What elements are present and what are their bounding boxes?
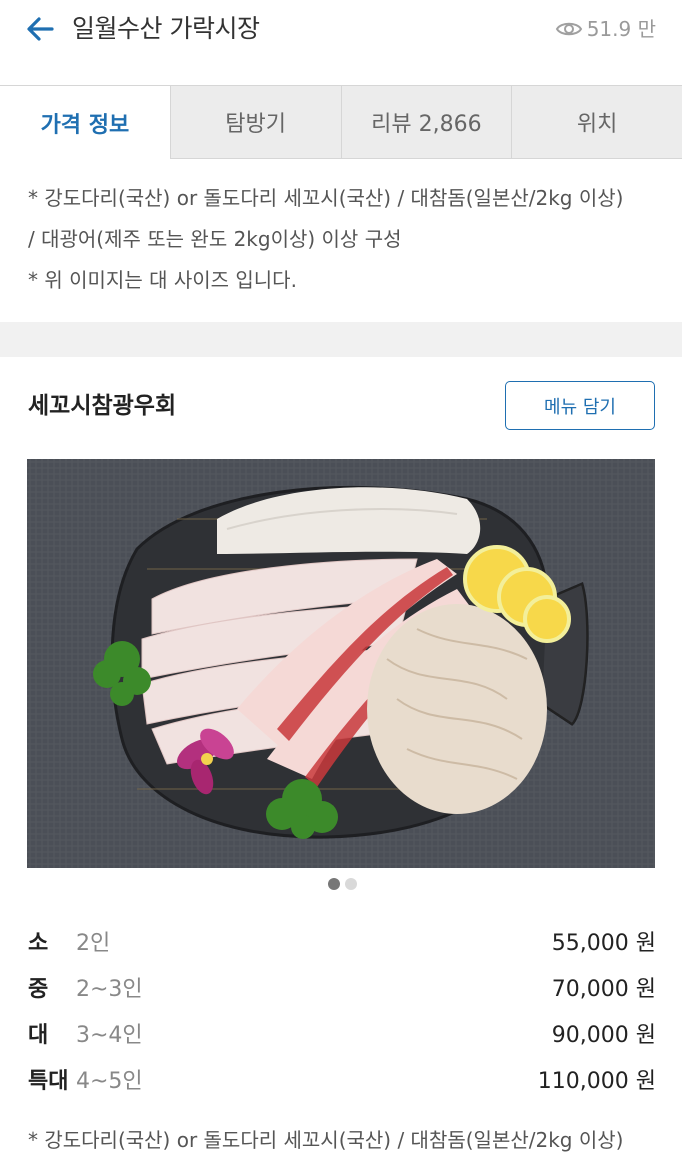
serving-count: 4~5인 xyxy=(76,1069,143,1094)
view-count: 51.9 만 xyxy=(555,14,656,44)
eye-icon xyxy=(555,22,582,36)
menu-notes: * 강도다리(국산) or 돌도다리 세꼬시(국산) / 대참돔(일본산/2kg… xyxy=(28,178,658,301)
price-row: 특대 4~5인 110,000 원 xyxy=(28,1056,656,1102)
size-label: 특대 xyxy=(28,1069,69,1094)
pager-dot-active[interactable] xyxy=(328,878,340,890)
tab-location[interactable]: 위치 xyxy=(511,86,682,158)
bottom-note: * 강도다리(국산) or 돌도다리 세꼬시(국산) / 대참돔(일본산/2kg… xyxy=(28,1128,624,1152)
tab-price-info[interactable]: 가격 정보 xyxy=(0,86,170,159)
note-line: * 강도다리(국산) or 돌도다리 세꼬시(국산) / 대참돔(일본산/2kg… xyxy=(28,186,624,210)
serving-count: 2~3인 xyxy=(76,977,143,1002)
sashimi-platter-photo[interactable] xyxy=(27,459,655,868)
image-pager xyxy=(328,878,357,890)
serving-count: 2인 xyxy=(76,931,111,956)
pager-dot[interactable] xyxy=(345,878,357,890)
note-line: / 대광어(제주 또는 완도 2kg이상) 이상 구성 xyxy=(28,227,402,251)
menu-item-title: 세꼬시참광우회 xyxy=(28,393,177,419)
serving-count: 3~4인 xyxy=(76,1023,143,1048)
app-header: 일월수산 가락시장 51.9 만 xyxy=(0,0,682,85)
tab-visit-review[interactable]: 탐방기 xyxy=(169,86,341,158)
price-row: 중 2~3인 70,000 원 xyxy=(28,964,656,1010)
page-title: 일월수산 가락시장 xyxy=(72,14,260,43)
size-label: 중 xyxy=(28,977,49,1002)
price-amount: 110,000 원 xyxy=(537,1069,656,1094)
price-list: 소 2인 55,000 원 중 2~3인 70,000 원 대 3~4인 90,… xyxy=(28,918,656,1102)
back-arrow-icon[interactable] xyxy=(24,12,58,46)
price-row: 소 2인 55,000 원 xyxy=(28,918,656,964)
price-row: 대 3~4인 90,000 원 xyxy=(28,1010,656,1056)
price-amount: 55,000 원 xyxy=(551,931,656,956)
size-label: 대 xyxy=(28,1023,49,1048)
note-line: * 위 이미지는 대 사이즈 입니다. xyxy=(28,268,297,292)
price-amount: 90,000 원 xyxy=(551,1023,656,1048)
size-label: 소 xyxy=(28,931,49,956)
tab-bar: 가격 정보 탐방기 리뷰 2,866 위치 xyxy=(0,85,682,159)
section-divider xyxy=(0,322,682,357)
price-amount: 70,000 원 xyxy=(551,977,656,1002)
view-count-text: 51.9 만 xyxy=(586,17,656,41)
tab-reviews[interactable]: 리뷰 2,866 xyxy=(340,86,512,158)
sashimi-illustration xyxy=(27,459,655,868)
add-menu-button[interactable]: 메뉴 담기 xyxy=(505,381,655,430)
